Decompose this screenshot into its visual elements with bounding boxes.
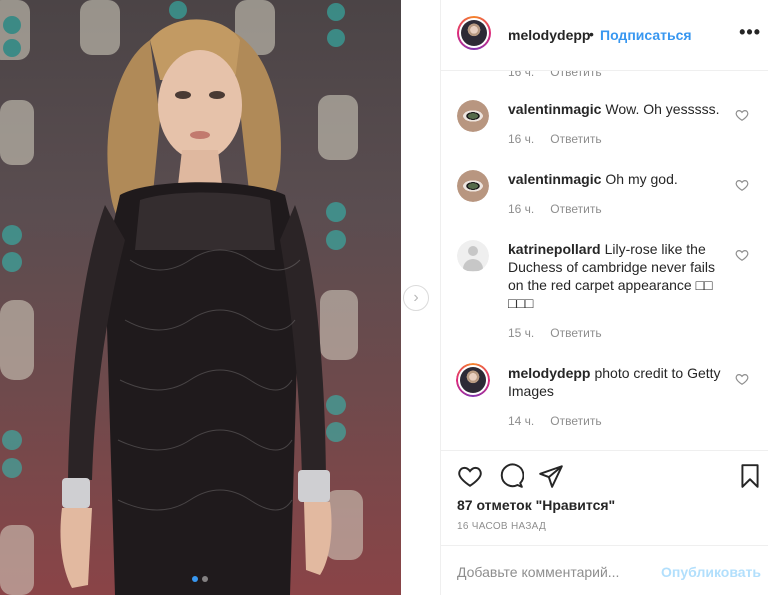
comment-bubble-icon[interactable] [498,463,524,489]
photo-illustration [0,0,363,595]
post-header: melodydepp • Подписаться ••• [441,0,768,71]
comment-text: valentinmagic Oh my god. [508,170,728,188]
heart-icon[interactable] [735,248,749,262]
carousel-next-button[interactable]: › [403,285,429,311]
eye-avatar[interactable] [457,100,489,132]
comment-username[interactable]: valentinmagic [508,171,601,187]
comment-meta-cut: 16 ч. Ответить [508,71,602,79]
post-actions: 87 отметок "Нравится" 16 ЧАСОВ НАЗАД [441,450,768,545]
reply-button[interactable]: Ответить [550,71,601,79]
reply-button[interactable]: Ответить [550,414,601,428]
comment-username[interactable]: katrinepollard [508,241,601,257]
heart-icon[interactable] [735,178,749,192]
carousel-dot-active [192,576,198,582]
comment-body: Wow. Oh yesssss. [605,101,720,117]
reply-button[interactable]: Ответить [550,326,601,340]
comment-username[interactable]: valentinmagic [508,101,601,117]
comment-meta: 15 ч. Ответить [508,326,602,340]
publish-button[interactable]: Опубликовать [661,564,761,580]
heart-icon[interactable] [735,108,749,122]
like-heart-icon[interactable] [457,463,483,489]
post-side-panel: melodydepp • Подписаться ••• 16 ч. Ответи… [440,0,768,595]
eye-avatar[interactable] [457,170,489,202]
comments-list[interactable]: 16 ч. Ответить valentinmagic Wow. Oh yesss… [441,71,768,450]
share-send-icon[interactable] [538,463,564,489]
chevron-right-icon: › [413,289,419,306]
post-time[interactable]: 16 ЧАСОВ НАЗАД [457,521,546,532]
more-options-icon[interactable]: ••• [739,22,761,43]
header-separator: • [589,26,594,42]
reply-button[interactable]: Ответить [550,202,601,216]
post-photo [0,0,401,595]
comment-meta: 14 ч. Ответить [508,414,602,428]
author-avatar[interactable] [457,16,491,50]
profile-avatar[interactable] [456,363,490,397]
add-comment-bar: Добавьте комментарий... Опубликовать [441,545,768,595]
heart-icon[interactable] [735,372,749,386]
likes-count[interactable]: 87 отметок "Нравится" [457,497,615,513]
comment-text: katrinepollard Lily-rose like the Duchess… [508,240,728,312]
comment-meta: 16 ч. Ответить [508,132,602,146]
follow-button[interactable]: Подписаться [600,27,692,43]
reply-button[interactable]: Ответить [550,132,601,146]
comment-input[interactable]: Добавьте комментарий... [457,564,619,580]
author-username[interactable]: melodydepp [508,27,590,43]
comment-text: valentinmagic Wow. Oh yesssss. [508,100,728,118]
comment-text: melodydepp photo credit to Getty Images [508,364,728,400]
comment-body: Oh my god. [605,171,678,187]
comment-meta: 16 ч. Ответить [508,202,602,216]
carousel-dots [192,576,208,582]
default-avatar[interactable] [457,240,489,272]
carousel-dot[interactable] [202,576,208,582]
comment-username[interactable]: melodydepp [508,365,590,381]
bookmark-icon[interactable] [737,463,763,489]
